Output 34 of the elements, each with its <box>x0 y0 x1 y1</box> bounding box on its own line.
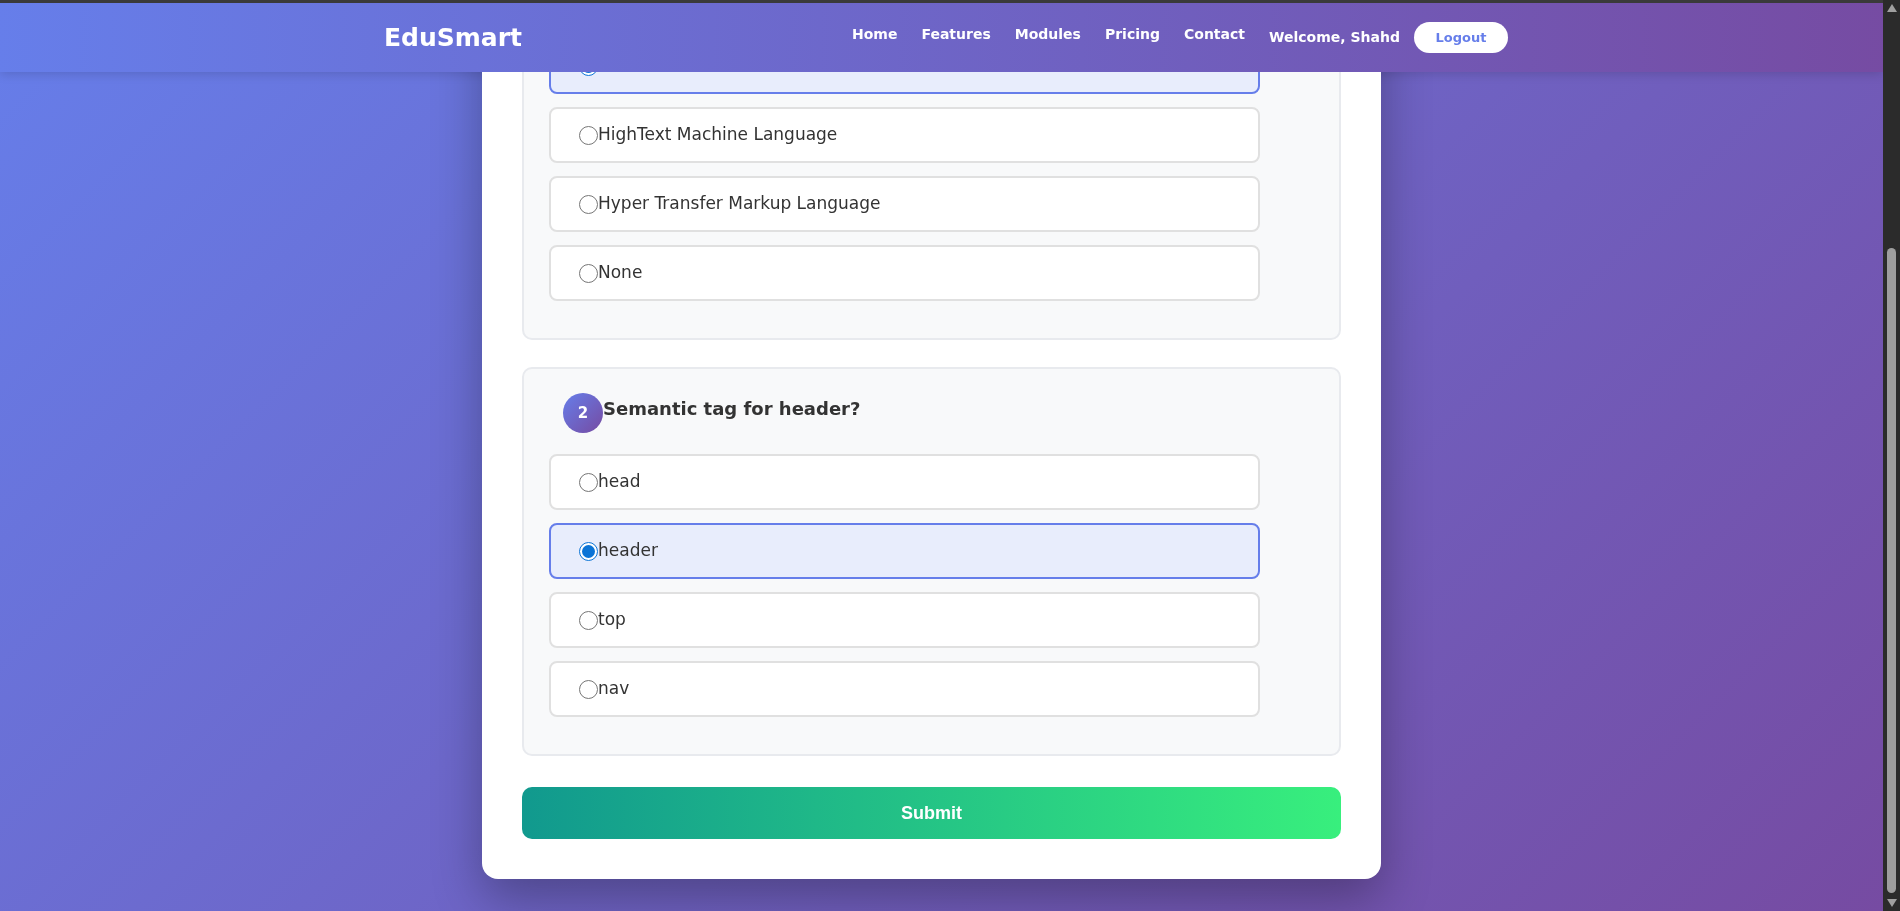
option-label: HighText Machine Language <box>598 123 838 147</box>
answer-option[interactable]: nav <box>549 661 1260 717</box>
option-label: top <box>598 608 626 632</box>
nav-link[interactable]: Modules <box>1014 24 1081 45</box>
logo[interactable]: EduSmart <box>384 18 522 57</box>
radio-button[interactable] <box>579 263 598 283</box>
answer-option[interactable]: Hyper Transfer Markup Language <box>549 176 1260 232</box>
logout-button[interactable]: Logout <box>1413 22 1508 53</box>
question-number: 2 <box>563 393 603 433</box>
nav-link[interactable]: Contact <box>1184 24 1245 45</box>
answer-option[interactable]: None <box>549 245 1260 301</box>
answer-option[interactable]: HighText Machine Language <box>549 107 1260 163</box>
welcome-text: Welcome, Shahd <box>1269 28 1400 47</box>
option-label: header <box>598 539 658 563</box>
nav-link[interactable]: Pricing <box>1104 24 1160 45</box>
radio-button[interactable] <box>579 541 598 561</box>
question-text: Semantic tag for header? <box>603 396 861 421</box>
option-label: head <box>598 470 641 494</box>
answer-option[interactable]: head <box>549 454 1260 510</box>
radio-button[interactable] <box>579 472 598 492</box>
nav-link[interactable]: Features <box>921 24 991 45</box>
answer-option[interactable]: header <box>549 523 1260 579</box>
answer-option[interactable]: top <box>549 592 1260 648</box>
radio-button[interactable] <box>579 679 598 699</box>
scroll-up-icon[interactable] <box>1886 4 1897 12</box>
option-label: Hyper Transfer Markup Language <box>598 192 881 216</box>
radio-button[interactable] <box>579 610 598 630</box>
option-label: nav <box>598 677 630 701</box>
scrollbar-thumb[interactable] <box>1887 248 1896 893</box>
scroll-down-icon[interactable] <box>1886 899 1897 907</box>
radio-button[interactable] <box>579 194 598 214</box>
radio-button[interactable] <box>579 125 598 145</box>
option-label: None <box>598 261 643 285</box>
nav-link[interactable]: Home <box>852 24 898 45</box>
